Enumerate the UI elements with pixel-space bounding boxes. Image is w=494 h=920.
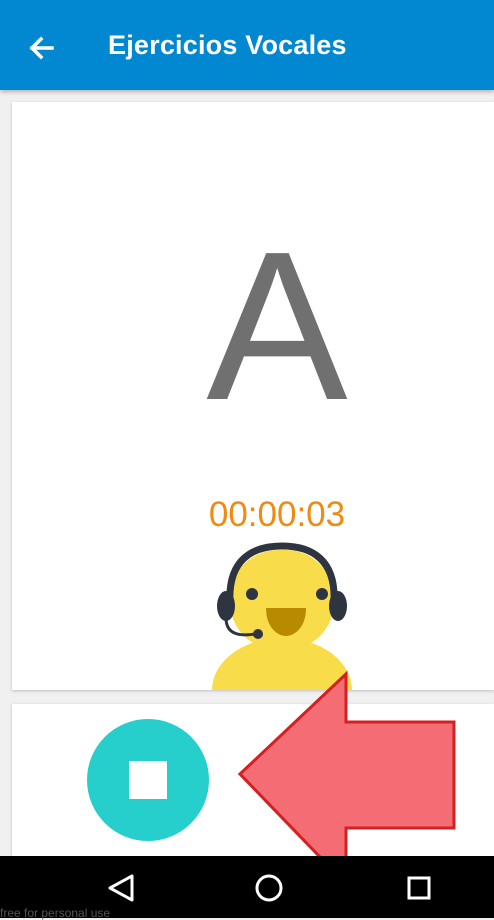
page-title: Ejercicios Vocales [108, 30, 347, 60]
back-button[interactable] [22, 28, 62, 68]
stop-button[interactable] [87, 719, 209, 841]
exercise-card: A 00:00:03 [12, 102, 494, 690]
timer-display: 00:00:03 [208, 495, 346, 534]
app-bar: Ejercicios Vocales [0, 0, 494, 90]
stop-icon [129, 761, 167, 799]
nav-recents-icon[interactable] [401, 870, 437, 906]
headset-mascot-icon [212, 542, 352, 690]
vowel-letter: A [206, 207, 348, 444]
nav-home-icon[interactable] [251, 870, 287, 906]
nav-back-icon[interactable] [104, 870, 140, 906]
arrow-back-icon [29, 36, 54, 60]
